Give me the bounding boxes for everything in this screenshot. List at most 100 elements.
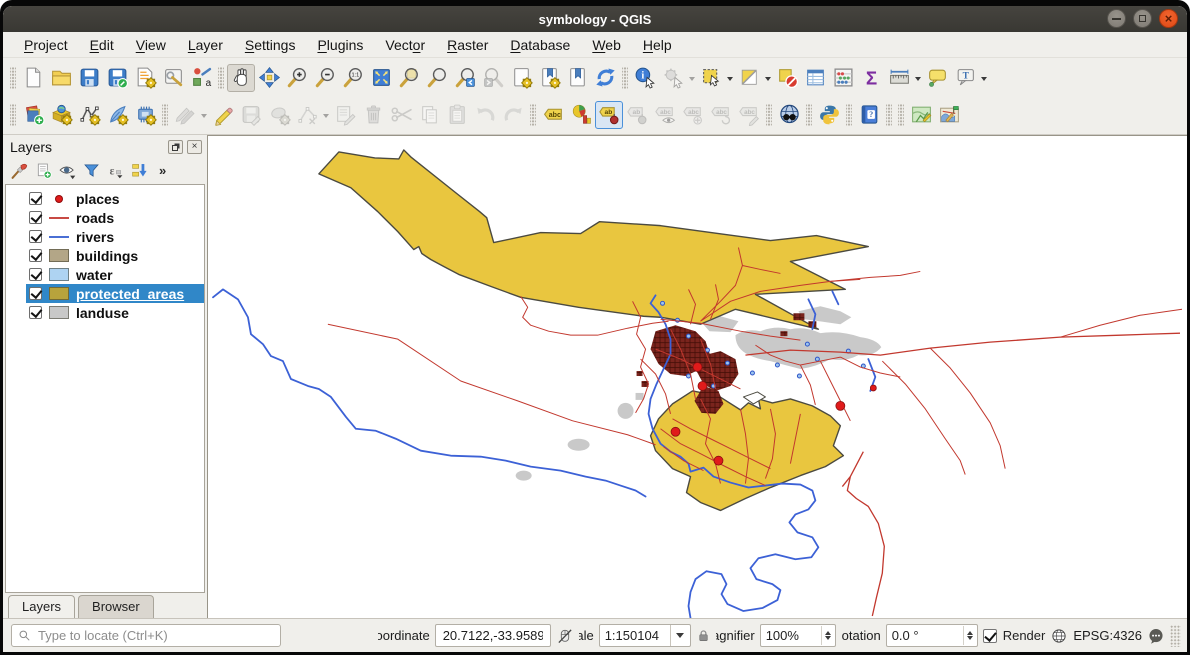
identify-features-button[interactable] bbox=[631, 64, 659, 92]
show-hide-labels-button[interactable] bbox=[651, 101, 679, 129]
layer-checkbox-rivers[interactable] bbox=[29, 230, 42, 243]
menu-help[interactable]: Help bbox=[634, 35, 681, 55]
tab-browser[interactable]: Browser bbox=[78, 595, 154, 618]
crs-globe-icon[interactable] bbox=[1050, 627, 1068, 645]
rotation-spinner[interactable]: 0.0 ° bbox=[886, 624, 978, 647]
title-bar[interactable]: symbology - QGIS × bbox=[3, 6, 1187, 32]
zoom-full-button[interactable] bbox=[367, 64, 395, 92]
new-spatialite-layer-button[interactable] bbox=[103, 101, 131, 129]
show-layout-manager-button[interactable] bbox=[159, 64, 187, 92]
measure-line-dropdown[interactable] bbox=[913, 64, 923, 92]
run-feature-action-button[interactable] bbox=[659, 64, 687, 92]
menu-project[interactable]: Project bbox=[15, 35, 77, 55]
crs-status[interactable]: EPSG:4326 bbox=[1073, 628, 1142, 643]
layer-row-landuse[interactable]: landuse bbox=[26, 303, 204, 322]
text-annotation-button[interactable] bbox=[951, 64, 979, 92]
layer-checkbox-places[interactable] bbox=[29, 192, 42, 205]
vertex-tool-button[interactable] bbox=[293, 101, 321, 129]
zoom-last-button[interactable] bbox=[451, 64, 479, 92]
open-field-calculator-button[interactable] bbox=[829, 64, 857, 92]
rotation-spin-buttons[interactable] bbox=[963, 626, 976, 645]
zoom-to-layer-button[interactable] bbox=[423, 64, 451, 92]
expand-collapse-button[interactable] bbox=[129, 160, 150, 181]
extents-toggle-icon[interactable] bbox=[556, 627, 574, 645]
panel-close-button[interactable]: × bbox=[187, 140, 202, 154]
python-console-button[interactable] bbox=[815, 101, 843, 129]
filter-by-expression-button[interactable] bbox=[105, 160, 126, 181]
data-source-manager-button[interactable] bbox=[19, 101, 47, 129]
pan-to-selection-button[interactable] bbox=[255, 64, 283, 92]
plugin-quickmapservices-button[interactable] bbox=[907, 101, 935, 129]
magnifier-spin-buttons[interactable] bbox=[821, 626, 834, 645]
add-group-button[interactable] bbox=[33, 160, 54, 181]
highlight-pinned-labels-button[interactable] bbox=[623, 101, 651, 129]
close-button[interactable]: × bbox=[1159, 9, 1178, 28]
open-layer-styling-button[interactable] bbox=[9, 160, 30, 181]
metasearch-button[interactable] bbox=[775, 101, 803, 129]
zoom-native-button[interactable] bbox=[339, 64, 367, 92]
coordinate-field[interactable] bbox=[435, 624, 551, 647]
plugin-qgis2web-button[interactable] bbox=[935, 101, 963, 129]
run-feature-action-dropdown[interactable] bbox=[687, 64, 697, 92]
vertex-tool-dropdown[interactable] bbox=[321, 101, 331, 129]
map-tips-button[interactable] bbox=[923, 64, 951, 92]
pin-unpin-labels-button[interactable] bbox=[595, 101, 623, 129]
layer-label-water[interactable]: water bbox=[76, 267, 113, 283]
layer-checkbox-buildings[interactable] bbox=[29, 249, 42, 262]
panel-overflow-button[interactable]: » bbox=[159, 163, 166, 178]
show-bookmark-manager-button[interactable] bbox=[563, 64, 591, 92]
locator-box[interactable] bbox=[11, 624, 281, 647]
layer-checkbox-landuse[interactable] bbox=[29, 306, 42, 319]
lock-icon[interactable] bbox=[696, 628, 711, 643]
new-project-button[interactable] bbox=[19, 64, 47, 92]
copy-features-button[interactable] bbox=[415, 101, 443, 129]
layer-checkbox-roads[interactable] bbox=[29, 211, 42, 224]
select-features-button[interactable] bbox=[697, 64, 725, 92]
paste-features-button[interactable] bbox=[443, 101, 471, 129]
menu-plugins[interactable]: Plugins bbox=[308, 35, 372, 55]
panel-float-button[interactable] bbox=[168, 140, 183, 154]
zoom-in-button[interactable] bbox=[283, 64, 311, 92]
layer-label-buildings[interactable]: buildings bbox=[76, 248, 138, 264]
select-by-value-dropdown[interactable] bbox=[763, 64, 773, 92]
scale-dropdown-button[interactable] bbox=[670, 625, 690, 646]
menu-view[interactable]: View bbox=[127, 35, 175, 55]
menu-edit[interactable]: Edit bbox=[81, 35, 123, 55]
zoom-next-button[interactable] bbox=[479, 64, 507, 92]
toolbar-grip[interactable] bbox=[10, 104, 16, 126]
layer-label-protected_areas[interactable]: protected_areas bbox=[76, 286, 184, 302]
menu-vector[interactable]: Vector bbox=[376, 35, 434, 55]
menu-settings[interactable]: Settings bbox=[236, 35, 305, 55]
layer-checkbox-protected_areas[interactable] bbox=[29, 287, 42, 300]
render-toggle[interactable]: Render bbox=[983, 628, 1046, 643]
resize-grip[interactable] bbox=[1170, 625, 1181, 647]
layer-row-roads[interactable]: roads bbox=[26, 208, 204, 227]
menu-layer[interactable]: Layer bbox=[179, 35, 232, 55]
show-spatial-bookmarks-button[interactable] bbox=[535, 64, 563, 92]
filter-legend-button[interactable] bbox=[81, 160, 102, 181]
current-edits-button[interactable] bbox=[171, 101, 199, 129]
layer-labeling-options-button[interactable] bbox=[539, 101, 567, 129]
modify-attributes-button[interactable] bbox=[331, 101, 359, 129]
digitize-with-shape-button[interactable] bbox=[265, 101, 293, 129]
text-annotation-dropdown[interactable] bbox=[979, 64, 989, 92]
toggle-editing-button[interactable] bbox=[209, 101, 237, 129]
deselect-features-button[interactable] bbox=[773, 64, 801, 92]
magnifier-spinner[interactable]: 100% bbox=[760, 624, 836, 647]
measure-line-button[interactable] bbox=[885, 64, 913, 92]
map-canvas[interactable] bbox=[207, 135, 1187, 618]
new-print-layout-button[interactable] bbox=[131, 64, 159, 92]
menu-web[interactable]: Web bbox=[583, 35, 630, 55]
layer-label-landuse[interactable]: landuse bbox=[76, 305, 129, 321]
refresh-map-button[interactable] bbox=[591, 64, 619, 92]
menu-database[interactable]: Database bbox=[501, 35, 579, 55]
move-label-button[interactable] bbox=[679, 101, 707, 129]
tab-layers[interactable]: Layers bbox=[8, 595, 75, 618]
layer-row-protected_areas[interactable]: protected_areas bbox=[26, 284, 204, 303]
save-project-as-button[interactable] bbox=[103, 64, 131, 92]
layer-row-places[interactable]: places bbox=[26, 189, 204, 208]
new-spatial-bookmark-button[interactable] bbox=[507, 64, 535, 92]
zoom-to-selection-button[interactable] bbox=[395, 64, 423, 92]
new-geopackage-layer-button[interactable] bbox=[47, 101, 75, 129]
help-contents-button[interactable] bbox=[855, 101, 883, 129]
